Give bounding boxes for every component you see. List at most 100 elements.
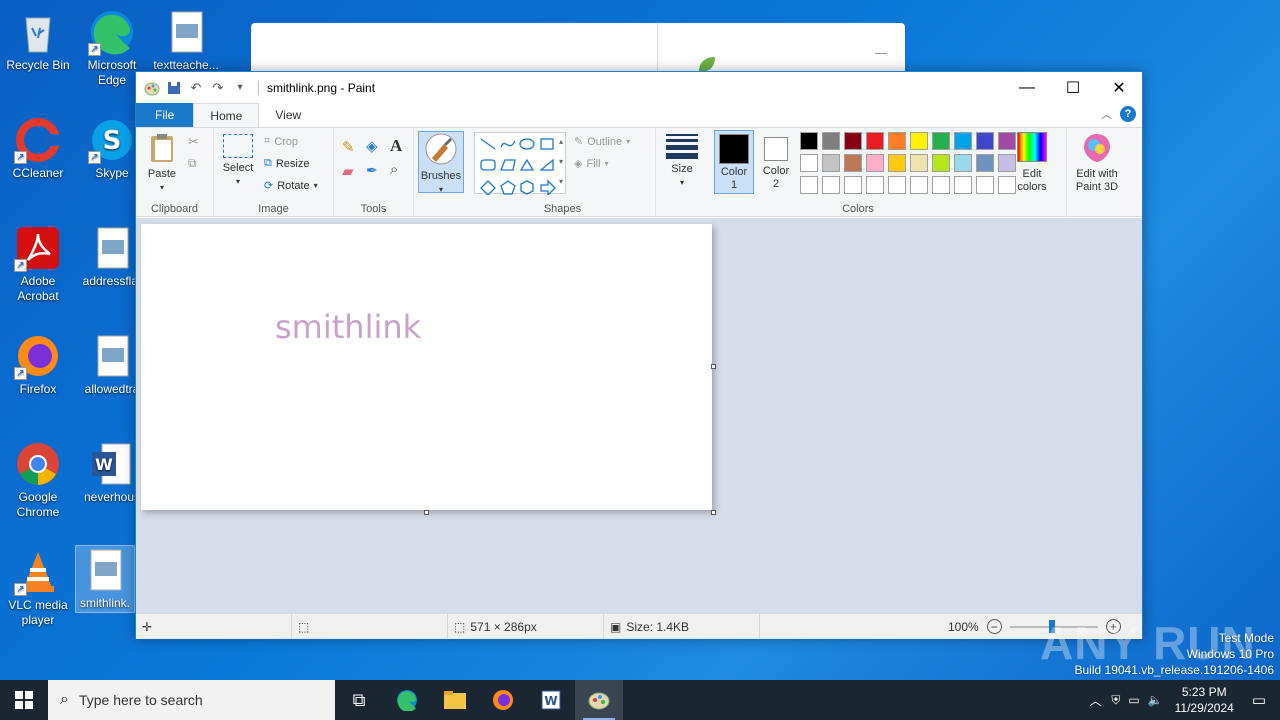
brushes-button[interactable]: Brushes ▾ (418, 131, 464, 194)
palette-swatch[interactable] (888, 154, 906, 172)
color-picker-icon[interactable]: ✒ (366, 162, 378, 179)
group-label-shapes: Shapes (543, 203, 582, 215)
desktop-icon-chrome[interactable]: Google Chrome (0, 440, 76, 520)
status-cursor-position: ✛ (136, 614, 292, 639)
fill-button[interactable]: ◈ Fill ▾ (574, 157, 609, 171)
palette-swatch[interactable] (932, 154, 950, 172)
paint-app-icon[interactable] (144, 80, 160, 96)
palette-swatch[interactable] (800, 154, 818, 172)
palette-swatch[interactable] (800, 176, 818, 194)
defender-icon[interactable]: ⛨ (1107, 693, 1124, 708)
taskbar-edge[interactable] (383, 680, 431, 720)
palette-swatch[interactable] (866, 154, 884, 172)
tab-view[interactable]: View (259, 103, 317, 127)
desktop-icon-recycle-bin[interactable]: Recycle Bin (0, 8, 76, 73)
palette-swatch[interactable] (976, 154, 994, 172)
undo-icon[interactable]: ↶ (188, 80, 204, 96)
palette-swatch[interactable] (866, 132, 884, 150)
customize-dropdown-icon[interactable]: ▾ (232, 80, 248, 96)
desktop-icon-textteacher[interactable]: textteache... (148, 8, 224, 73)
resize-button[interactable]: ⧉ Resize (264, 157, 309, 170)
select-button[interactable]: Select ▾ (220, 134, 256, 188)
desktop-icon-smithlink[interactable]: smithlink. (75, 545, 135, 613)
clock[interactable]: 5:23 PM 11/29/2024 (1167, 684, 1242, 716)
edit-colors-button[interactable]: Edit colors (1012, 132, 1052, 194)
crop-button[interactable]: ⌗ Crop (264, 135, 298, 148)
palette-swatch[interactable] (800, 132, 818, 150)
palette-swatch[interactable] (866, 176, 884, 194)
close-button[interactable]: ✕ (1096, 72, 1142, 103)
palette-swatch[interactable] (954, 132, 972, 150)
palette-swatch[interactable] (822, 132, 840, 150)
palette-swatch[interactable] (932, 176, 950, 194)
outline-button[interactable]: ✎ Outline ▾ (574, 135, 630, 149)
palette-swatch[interactable] (954, 176, 972, 194)
desktop-icon-acrobat[interactable]: ↗ Adobe Acrobat (0, 224, 76, 304)
magnifier-icon[interactable]: ⌕ (390, 161, 398, 178)
palette-swatch[interactable] (932, 132, 950, 150)
taskbar-file-explorer[interactable] (431, 680, 479, 720)
group-label-colors: Colors (842, 203, 874, 215)
color1-button[interactable]: Color 1 (714, 130, 754, 194)
edit-paint3d-button[interactable]: Edit with Paint 3D (1069, 132, 1125, 194)
palette-swatch[interactable] (910, 154, 928, 172)
taskbar-paint[interactable] (575, 680, 623, 720)
palette-swatch[interactable] (910, 132, 928, 150)
palette-swatch[interactable] (976, 132, 994, 150)
desktop-icon-vlc[interactable]: ↗ VLC media player (0, 548, 76, 628)
volume-icon[interactable]: 🔈 (1144, 693, 1167, 707)
resize-handle-corner[interactable] (711, 510, 716, 515)
task-view-button[interactable]: ⧉ (335, 680, 383, 720)
minimize-icon[interactable] (875, 53, 887, 54)
network-icon[interactable]: ▭ (1124, 693, 1143, 707)
taskbar-search[interactable]: ⌕ Type here to search (48, 680, 335, 720)
zoom-out-button[interactable]: − (986, 619, 1002, 634)
start-button[interactable] (0, 680, 48, 720)
tab-file[interactable]: File (136, 103, 194, 127)
palette-swatch[interactable] (822, 154, 840, 172)
palette-swatch[interactable] (844, 176, 862, 194)
color2-button[interactable]: Color 2 (758, 133, 794, 191)
shapes-scroll[interactable]: ▴ ▾ ▾ (556, 132, 566, 194)
paste-button[interactable]: Paste ▾ (144, 132, 180, 194)
help-icon[interactable]: ? (1120, 106, 1136, 122)
cut-icon[interactable]: ✂ (188, 134, 199, 150)
word-document-icon: W (88, 440, 136, 488)
paint-window[interactable]: ↶ ↷ ▾ smithlink.png - Paint — ☐ ✕ File H… (135, 71, 1143, 639)
canvas-area[interactable]: smithlink (136, 218, 1142, 613)
desktop-icon-firefox[interactable]: ↗ Firefox (0, 332, 76, 397)
palette-swatch[interactable] (844, 132, 862, 150)
fill-bucket-icon[interactable]: ◈ (366, 137, 378, 155)
palette-swatch[interactable] (910, 176, 928, 194)
drawing-canvas[interactable]: smithlink (141, 224, 712, 510)
minimize-button[interactable]: — (1004, 72, 1050, 103)
title-bar[interactable]: ↶ ↷ ▾ smithlink.png - Paint — ☐ ✕ (136, 72, 1142, 103)
taskbar-wordpad[interactable]: W (527, 680, 575, 720)
desktop-icon-ccleaner[interactable]: ↗ CCleaner (0, 116, 76, 181)
notifications-icon[interactable]: ▭ (1242, 691, 1280, 709)
redo-icon[interactable]: ↷ (210, 80, 226, 96)
tab-home[interactable]: Home (193, 103, 260, 127)
shapes-gallery[interactable] (474, 132, 566, 197)
show-hidden-icons-icon[interactable]: ︿ (1083, 692, 1107, 709)
taskbar-firefox[interactable] (479, 680, 527, 720)
palette-swatch[interactable] (888, 132, 906, 150)
maximize-button[interactable]: ☐ (1050, 72, 1096, 103)
edit-paint3d-label: Edit with Paint 3D (1075, 168, 1119, 193)
copy-icon[interactable]: ⧉ (188, 156, 197, 171)
rotate-button[interactable]: ⟳ Rotate ▾ (264, 179, 318, 193)
palette-swatch[interactable] (822, 176, 840, 194)
size-button[interactable]: Size ▾ (662, 134, 702, 189)
palette-swatch[interactable] (954, 154, 972, 172)
eraser-icon[interactable]: ▰ (342, 162, 354, 180)
resize-handle-bottom[interactable] (424, 510, 429, 515)
fill-icon: ◈ (574, 158, 583, 170)
palette-swatch[interactable] (844, 154, 862, 172)
collapse-ribbon-icon[interactable]: ︿ (1101, 106, 1112, 122)
palette-swatch[interactable] (888, 176, 906, 194)
pencil-icon[interactable]: ✎ (342, 138, 355, 156)
text-tool-icon[interactable]: A (390, 136, 402, 156)
resize-handle-right[interactable] (711, 364, 716, 369)
save-icon[interactable] (166, 80, 182, 96)
palette-swatch[interactable] (976, 176, 994, 194)
